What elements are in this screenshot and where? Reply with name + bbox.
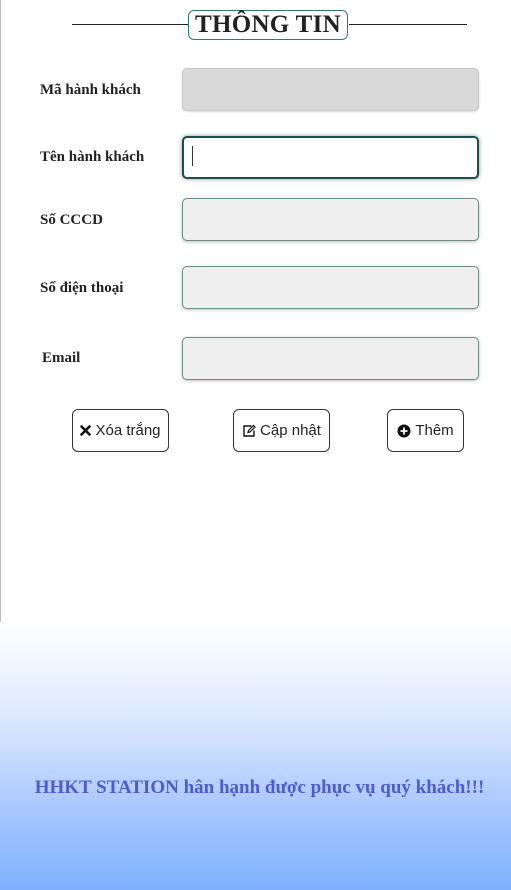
clear-button[interactable]: Xóa trắng bbox=[72, 409, 169, 452]
text-caret bbox=[192, 146, 193, 166]
footer-banner bbox=[0, 622, 511, 890]
add-button[interactable]: Thêm bbox=[387, 409, 464, 452]
times-icon bbox=[80, 425, 92, 436]
passenger-name-field[interactable] bbox=[182, 136, 479, 179]
edit-icon bbox=[242, 424, 256, 438]
email-label: Email bbox=[42, 350, 81, 366]
passenger-id-label: Mã hành khách bbox=[40, 82, 141, 98]
title-line-right bbox=[349, 24, 467, 25]
id-card-label: Số CCCD bbox=[40, 212, 103, 228]
id-card-field[interactable] bbox=[182, 198, 479, 241]
passenger-id-field[interactable] bbox=[182, 68, 479, 111]
email-field[interactable] bbox=[182, 337, 479, 380]
phone-label: Số điện thoại bbox=[40, 280, 124, 296]
update-button-label: Cập nhật bbox=[260, 422, 321, 439]
clear-button-label: Xóa trắng bbox=[95, 422, 161, 439]
plus-circle-icon bbox=[397, 424, 411, 438]
page-title: THÔNG TIN bbox=[188, 10, 348, 40]
update-button[interactable]: Cập nhật bbox=[233, 409, 330, 452]
title-line-left bbox=[72, 24, 190, 25]
phone-field[interactable] bbox=[182, 266, 479, 309]
add-button-label: Thêm bbox=[415, 422, 454, 439]
footer-message: HHKT STATION hân hạnh được phục vụ quý k… bbox=[34, 777, 485, 798]
passenger-name-label: Tên hành khách bbox=[40, 149, 145, 165]
